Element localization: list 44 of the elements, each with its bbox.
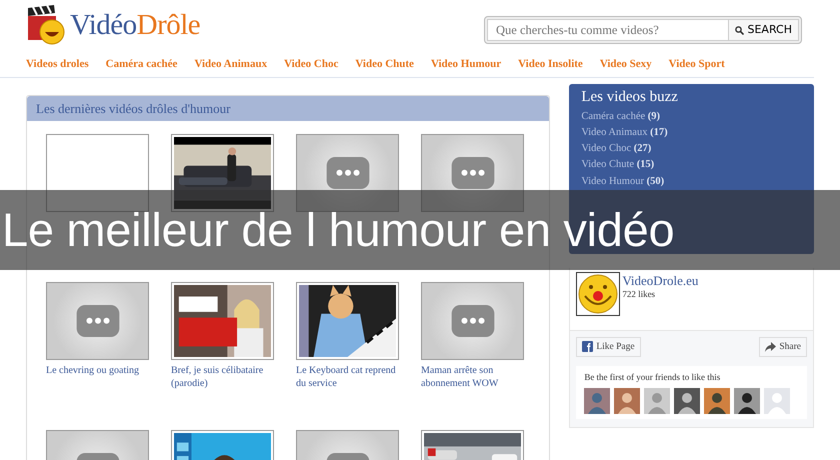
- nav-link[interactable]: Videos droles: [26, 56, 89, 72]
- nav-link[interactable]: Video Chute: [355, 56, 414, 72]
- video-thumbnail[interactable]: [46, 134, 149, 212]
- video-thumbnail[interactable]: [296, 134, 399, 212]
- friends-text: Be the first of your friends to like this: [584, 370, 722, 384]
- share-button[interactable]: Share: [759, 336, 807, 357]
- logo-text[interactable]: VidéoDrôle: [70, 10, 200, 40]
- share-arrow-icon: [765, 342, 776, 352]
- facebook-icon: [582, 341, 594, 352]
- ellipsis-icon: [74, 305, 120, 337]
- nav-link[interactable]: Caméra cachée: [106, 56, 178, 72]
- category-link[interactable]: Video Animaux (17): [581, 124, 802, 142]
- ellipsis-icon: [450, 305, 496, 337]
- logo-icon: [26, 4, 66, 46]
- likes-count: 722 likes: [622, 288, 656, 301]
- panel-title: Les videos buzz: [581, 88, 679, 106]
- category-link[interactable]: Video Choc (27): [581, 141, 802, 158]
- caption-banner: Le meilleur de l humour en vidéo: [0, 190, 840, 270]
- nav-link[interactable]: Video Sport: [668, 56, 725, 72]
- nav-link[interactable]: Video Insolite: [518, 56, 583, 72]
- panel-title: Les dernières vidéos drôles d'humour: [27, 96, 550, 121]
- page-name-link[interactable]: VideoDrole.eu: [622, 274, 698, 288]
- search-button[interactable]: SEARCH: [728, 19, 799, 41]
- category-link[interactable]: Video Chute (15): [581, 157, 802, 174]
- ellipsis-icon: [324, 157, 370, 189]
- avatar-silhouette-icon: [764, 388, 790, 414]
- video-title-link[interactable]: Le Keyboard cat reprend du service: [296, 365, 408, 390]
- nav-link[interactable]: Video Choc: [284, 56, 338, 72]
- video-title-link[interactable]: Bref, je suis célibataire (parodie): [171, 365, 283, 390]
- nav-link[interactable]: Video Sexy: [600, 56, 652, 72]
- search-field[interactable]: Que cherches-tu comme videos? SEARCH: [484, 16, 802, 44]
- ellipsis-icon: [450, 157, 496, 189]
- video-thumbnail[interactable]: [421, 134, 524, 212]
- video-thumbnail[interactable]: [46, 282, 149, 360]
- smiley-icon: [576, 272, 620, 316]
- category-link[interactable]: Video Humour (50): [581, 174, 802, 190]
- nav-link[interactable]: Video Animaux: [194, 56, 268, 72]
- search-icon: [735, 26, 744, 34]
- like-page-button[interactable]: Like Page: [576, 336, 641, 357]
- video-thumbnail[interactable]: [421, 282, 524, 360]
- nav-link[interactable]: Video Humour: [430, 56, 502, 72]
- category-link[interactable]: Caméra cachée (9): [581, 108, 802, 125]
- video-title-link[interactable]: Maman arrête son abonnement WOW: [421, 365, 533, 390]
- video-title-link[interactable]: Le chevring ou goating: [46, 365, 158, 378]
